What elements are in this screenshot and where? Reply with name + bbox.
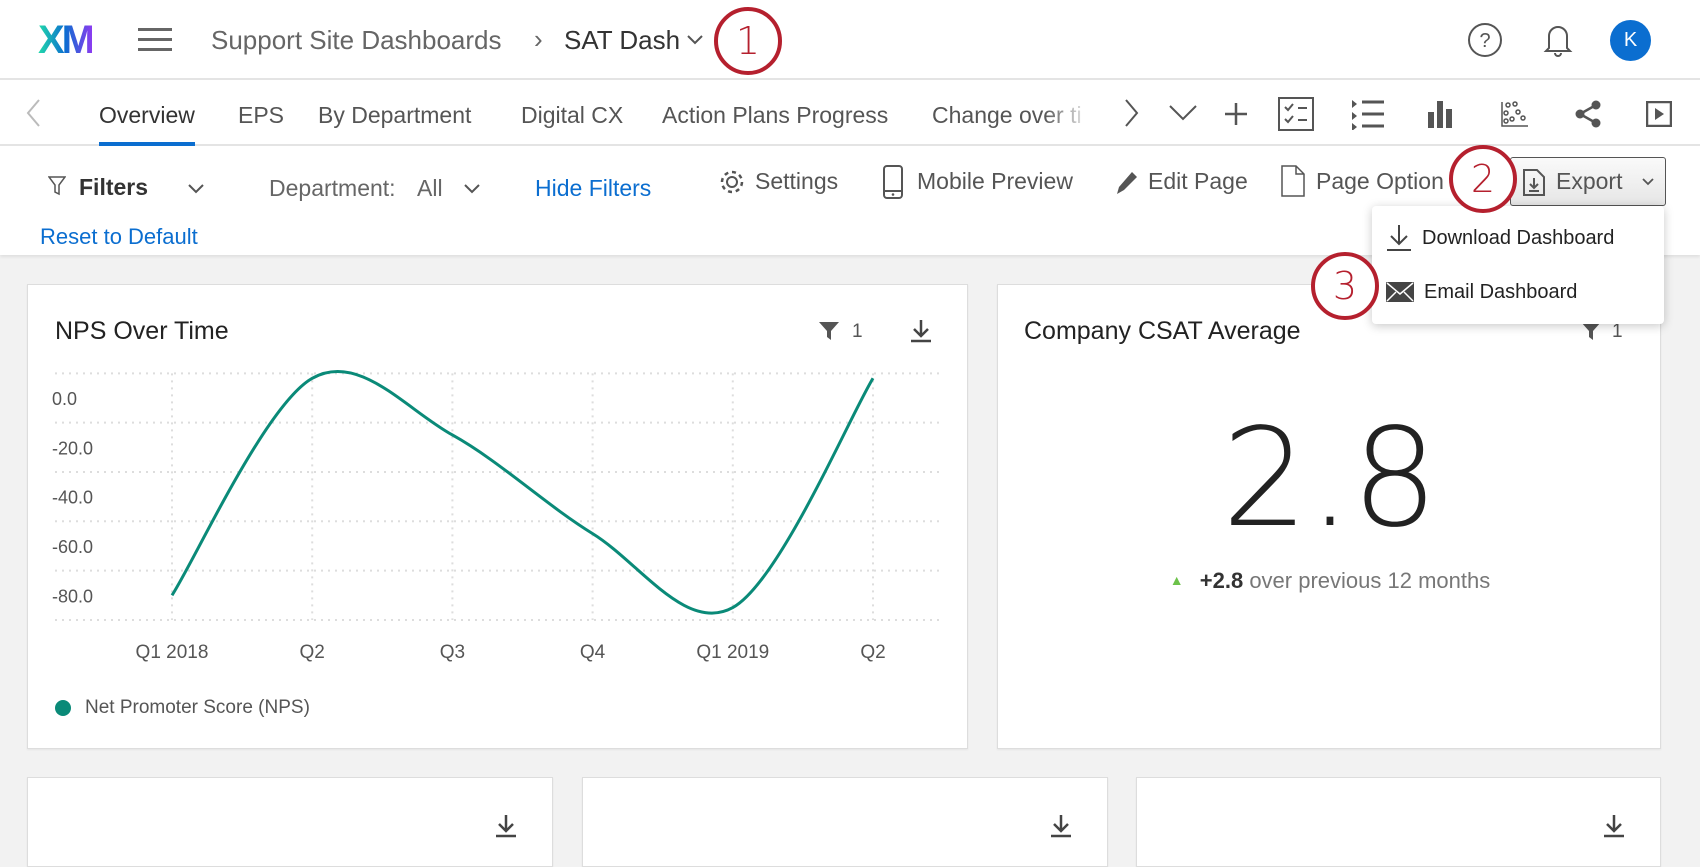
- tabs-scroll-right-icon[interactable]: [1121, 98, 1141, 128]
- tab-by-department[interactable]: By Department: [318, 102, 471, 129]
- widget-bottom-1: [27, 777, 553, 867]
- widget-bottom-2: [582, 777, 1108, 867]
- department-filter-label[interactable]: Department:: [269, 175, 396, 202]
- mobile-preview-button[interactable]: Mobile Preview: [917, 168, 1073, 195]
- svg-text:?: ?: [1479, 30, 1490, 52]
- hide-filters-link[interactable]: Hide Filters: [535, 175, 651, 202]
- delta-text: over previous 12 months: [1249, 568, 1491, 593]
- legend-label: Net Promoter Score (NPS): [85, 697, 310, 718]
- department-chevron-icon[interactable]: [463, 183, 481, 195]
- list-widget-icon[interactable]: [1348, 94, 1388, 134]
- tab-overview[interactable]: Overview: [99, 102, 195, 146]
- xm-logo[interactable]: XM: [38, 18, 95, 63]
- avatar[interactable]: K: [1610, 20, 1651, 61]
- download-dashboard-item[interactable]: Download Dashboard: [1372, 212, 1664, 264]
- x-tick-label: Q2: [300, 642, 325, 663]
- pencil-icon[interactable]: [1113, 168, 1139, 196]
- reset-to-default-link[interactable]: Reset to Default: [40, 224, 198, 250]
- annotation-marker-2: 2: [1449, 145, 1517, 213]
- settings-button[interactable]: Settings: [755, 168, 838, 195]
- department-filter-value[interactable]: All: [417, 175, 443, 202]
- share-icon[interactable]: [1568, 94, 1608, 134]
- y-tick-label: -40.0: [52, 488, 93, 508]
- x-tick-label: Q1 2019: [696, 642, 769, 663]
- annotation-marker-3: 3: [1311, 252, 1379, 320]
- export-dropdown-menu: Download Dashboard Email Dashboard: [1372, 206, 1664, 324]
- export-chevron-icon: [1642, 178, 1654, 186]
- scatter-widget-icon[interactable]: [1495, 94, 1535, 134]
- y-tick-label: -60.0: [52, 537, 93, 557]
- y-tick-label: 0.0: [52, 389, 77, 409]
- x-tick-label: Q3: [440, 642, 465, 663]
- breadcrumb-parent[interactable]: Support Site Dashboards: [211, 25, 502, 56]
- download-icon[interactable]: [1603, 814, 1625, 838]
- top-bar: XM Support Site Dashboards › SAT Dash ? …: [0, 0, 1700, 80]
- download-icon: [1387, 225, 1411, 251]
- edit-page-button[interactable]: Edit Page: [1148, 168, 1248, 195]
- tab-eps[interactable]: EPS: [238, 102, 284, 129]
- tab-action-plans-progress[interactable]: Action Plans Progress: [662, 102, 888, 129]
- page-icon[interactable]: [1281, 165, 1305, 197]
- company-csat-widget: Company CSAT Average 1 2.8 ▲ +2.8 over p…: [997, 284, 1661, 749]
- widget-bottom-3: [1136, 777, 1661, 867]
- present-icon[interactable]: [1639, 94, 1679, 134]
- hamburger-menu-icon[interactable]: [138, 28, 172, 52]
- up-triangle-icon: ▲: [1169, 572, 1184, 588]
- x-tick-label: Q2: [860, 642, 885, 663]
- tabs-scroll-left-icon[interactable]: [24, 98, 44, 128]
- download-icon[interactable]: [495, 814, 517, 838]
- export-label: Export: [1556, 168, 1623, 194]
- checklist-widget-icon[interactable]: [1276, 94, 1316, 134]
- widget-title: Company CSAT Average: [1024, 317, 1301, 345]
- x-tick-label: Q1 2018: [136, 642, 209, 663]
- nps-over-time-widget: NPS Over Time 1 Q1 2018 Q2 Q3 Q4 Q1 2019 Q2 0.…: [27, 284, 968, 749]
- filter-icon: [48, 176, 66, 196]
- filter-funnel-icon[interactable]: [1580, 321, 1602, 341]
- page-options-button[interactable]: Page Option: [1316, 168, 1444, 195]
- annotation-marker-1: 1: [714, 7, 782, 75]
- tabs-dropdown-icon[interactable]: [1168, 104, 1198, 122]
- menu-item-label: Download Dashboard: [1422, 226, 1615, 249]
- envelope-icon: [1386, 282, 1414, 302]
- bell-icon[interactable]: [1543, 20, 1573, 58]
- filters-label[interactable]: Filters: [79, 174, 148, 201]
- export-icon: [1523, 169, 1545, 196]
- csat-delta: ▲ +2.8 over previous 12 months: [998, 568, 1662, 594]
- gear-icon[interactable]: [718, 168, 746, 196]
- tab-change-over-time[interactable]: Change over ti: [932, 102, 1092, 129]
- legend-dot: [55, 700, 71, 716]
- x-tick-label: Q4: [580, 642, 606, 663]
- bar-chart-widget-icon[interactable]: [1421, 94, 1461, 134]
- breadcrumb-separator-icon: ›: [534, 24, 543, 54]
- y-tick-label: -80.0: [52, 586, 93, 606]
- download-icon[interactable]: [1050, 814, 1072, 838]
- filter-count: 1: [1612, 321, 1623, 342]
- chevron-down-icon[interactable]: [686, 34, 704, 46]
- export-button[interactable]: Export: [1510, 157, 1666, 206]
- help-icon[interactable]: ?: [1467, 22, 1503, 58]
- tab-digital-cx[interactable]: Digital CX: [521, 102, 623, 129]
- menu-item-label: Email Dashboard: [1424, 280, 1578, 303]
- csat-value: 2.8: [1221, 400, 1439, 558]
- nps-line-chart: Q1 2018 Q2 Q3 Q4 Q1 2019 Q2 0.0 -20.0 -40.0 -60.0…: [52, 370, 939, 663]
- email-dashboard-item[interactable]: Email Dashboard: [1372, 266, 1664, 318]
- y-tick-label: -20.0: [52, 438, 93, 458]
- mobile-icon[interactable]: [883, 165, 903, 199]
- nps-series-line: [170, 370, 875, 615]
- filters-chevron-icon[interactable]: [187, 183, 205, 195]
- delta-value: +2.8: [1199, 568, 1244, 593]
- add-page-icon[interactable]: [1224, 102, 1248, 126]
- breadcrumb-current[interactable]: SAT Dash: [564, 25, 680, 56]
- page-tabs: Overview EPS By Department Digital CX Ac…: [0, 80, 1700, 146]
